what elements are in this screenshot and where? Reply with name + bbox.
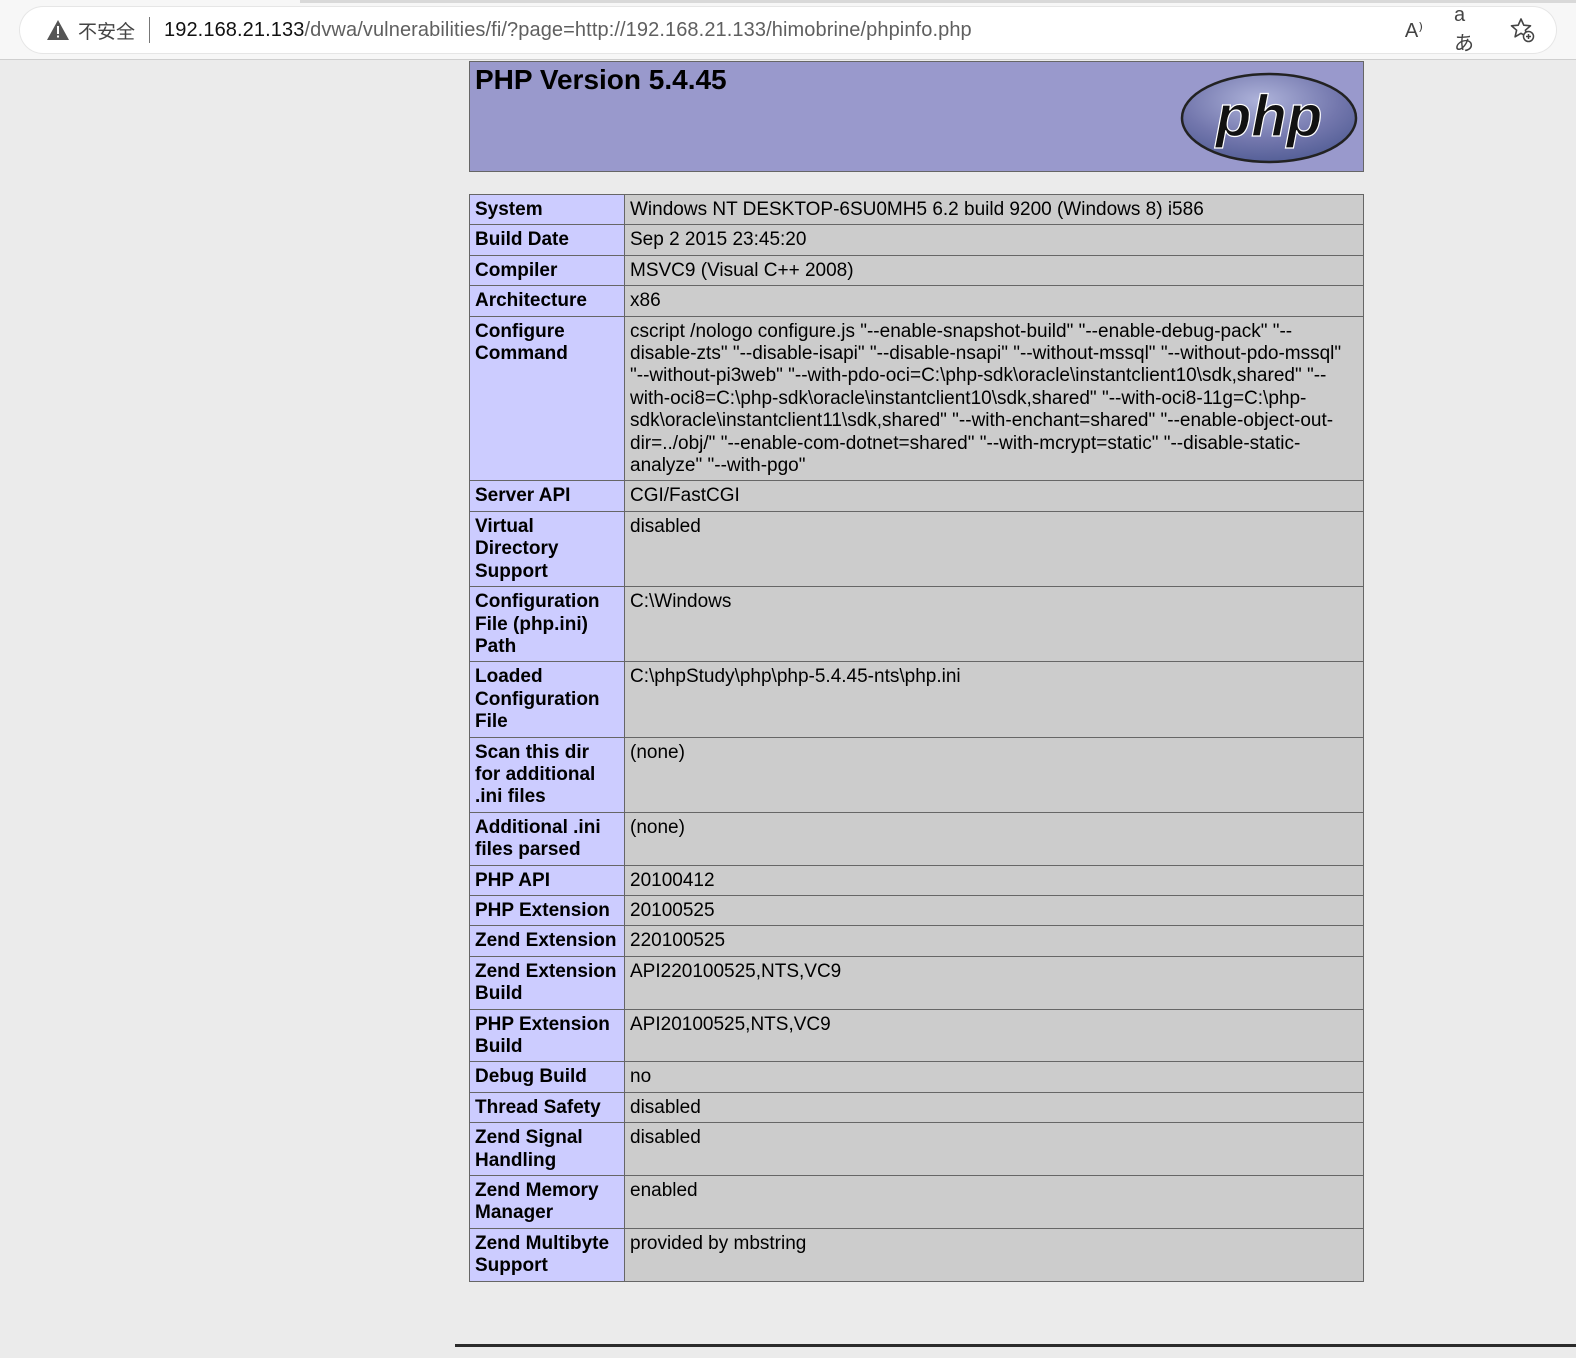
row-label: Zend Signal Handling	[469, 1122, 625, 1177]
row-value: (none)	[624, 811, 1364, 866]
row-label: Additional .ini files parsed	[469, 811, 625, 866]
phpinfo-header: PHP Version 5.4.45 php	[469, 61, 1364, 172]
table-row: Zend Signal Handling disabled	[469, 1122, 1364, 1177]
table-row: Scan this dir for additional .ini files(…	[469, 736, 1364, 813]
address-separator	[149, 17, 151, 43]
tab-strip-edge	[300, 0, 1576, 3]
row-label: Zend Extension Build	[469, 955, 625, 1010]
warning-icon[interactable]	[46, 18, 70, 42]
row-value: Sep 2 2015 23:45:20	[624, 224, 1364, 256]
row-label: PHP API	[469, 864, 625, 896]
row-value: 20100412	[624, 864, 1364, 896]
row-value: 220100525	[624, 925, 1364, 957]
row-value: C:\phpStudy\php\php-5.4.45-nts\php.ini	[624, 661, 1364, 738]
row-label: Thread Safety	[469, 1091, 625, 1124]
table-row: Configure Command cscript /nologo configu…	[469, 315, 1364, 482]
table-row: Zend Memory Manager enabled	[469, 1175, 1364, 1229]
table-row: Zend Multibyte Support provided by mbstri…	[469, 1227, 1364, 1282]
phpinfo-content: PHP Version 5.4.45 php System Windows NT …	[469, 61, 1364, 1282]
row-value: provided by mbstring	[624, 1227, 1364, 1282]
table-row: Compiler MSVC9 (Visual C++ 2008)	[469, 254, 1364, 287]
row-value: x86	[624, 285, 1364, 317]
row-value: CGI/FastCGI	[624, 480, 1364, 512]
row-label: Zend Memory Manager	[469, 1175, 625, 1229]
table-row: Server API CGI/FastCGI	[469, 480, 1364, 512]
row-value: C:\Windows	[624, 586, 1364, 663]
row-value: MSVC9 (Visual C++ 2008)	[624, 254, 1364, 287]
row-value: (none)	[624, 736, 1364, 813]
table-row: Debug Build no	[469, 1061, 1364, 1093]
browser-toolbar: 不安全 192.168.21.133/dvwa/vulnerabilities/…	[0, 0, 1576, 60]
row-label: PHP Extension Build	[469, 1008, 625, 1063]
row-value: disabled	[624, 1122, 1364, 1177]
table-row: Zend Extension Build API220100525,NTS,VC9	[469, 955, 1364, 1010]
row-label: Loaded Configuration File	[469, 661, 625, 738]
translate-icon[interactable]: aあ	[1454, 4, 1482, 55]
row-label: Scan this dir for additional .ini files	[469, 736, 625, 813]
table-row: System Windows NT DESKTOP-6SU0MH5 6.2 bui…	[469, 193, 1364, 226]
row-value: 20100525	[624, 894, 1364, 927]
row-label: System	[469, 193, 625, 226]
address-bar-actions: A⁾ aあ	[1400, 4, 1536, 55]
table-row: Build Date Sep 2 2015 23:45:20	[469, 224, 1364, 256]
table-row: Architecture x86	[469, 285, 1364, 317]
row-value: enabled	[624, 1175, 1364, 1229]
row-label: Zend Extension	[469, 925, 625, 957]
row-value: no	[624, 1061, 1364, 1093]
php-logo: php	[1180, 72, 1358, 164]
row-label: Zend Multibyte Support	[469, 1227, 625, 1282]
url-path: /dvwa/vulnerabilities/fi/?page=http://19…	[304, 18, 972, 41]
table-row: PHP API 20100412	[469, 864, 1364, 896]
horizontal-scrollbar[interactable]	[455, 1344, 1576, 1358]
row-label: Debug Build	[469, 1061, 625, 1093]
row-label: Build Date	[469, 224, 625, 256]
page-title: PHP Version 5.4.45	[475, 64, 727, 95]
url-text[interactable]: 192.168.21.133/dvwa/vulnerabilities/fi/?…	[164, 19, 972, 42]
row-label: PHP Extension	[469, 894, 625, 927]
row-value: Windows NT DESKTOP-6SU0MH5 6.2 build 920…	[624, 193, 1364, 226]
url-host: 192.168.21.133	[164, 18, 305, 41]
row-label: Architecture	[469, 285, 625, 317]
row-value: API220100525,NTS,VC9	[624, 955, 1364, 1010]
add-favorite-icon[interactable]	[1508, 16, 1536, 44]
system-info-table: System Windows NT DESKTOP-6SU0MH5 6.2 bui…	[469, 193, 1364, 1282]
row-value: cscript /nologo configure.js "--enable-s…	[624, 315, 1364, 482]
table-row: Thread Safety disabled	[469, 1091, 1364, 1124]
insecure-label[interactable]: 不安全	[78, 17, 135, 44]
table-row: Additional .ini files parsed (none)	[469, 811, 1364, 866]
table-row: Loaded Configuration File C:\phpStudy\php…	[469, 661, 1364, 738]
row-value: API20100525,NTS,VC9	[624, 1008, 1364, 1063]
row-value: disabled	[624, 510, 1364, 588]
row-value: disabled	[624, 1091, 1364, 1124]
table-row: PHP Extension 20100525	[469, 894, 1364, 927]
row-label: Server API	[469, 480, 625, 512]
row-label: Compiler	[469, 254, 625, 287]
row-label: Configuration File (php.ini) Path	[469, 586, 625, 663]
table-row: Zend Extension 220100525	[469, 925, 1364, 957]
row-label: Configure Command	[469, 315, 625, 482]
address-bar[interactable]: 不安全 192.168.21.133/dvwa/vulnerabilities/…	[20, 4, 1556, 55]
table-row: PHP Extension Build API20100525,NTS,VC9	[469, 1008, 1364, 1063]
table-row: Virtual Directory Support disabled	[469, 510, 1364, 588]
logo-text: php	[1214, 84, 1322, 149]
read-aloud-icon[interactable]: A⁾	[1400, 16, 1428, 44]
table-row: Configuration File (php.ini) Path C:\Wind…	[469, 586, 1364, 663]
row-label: Virtual Directory Support	[469, 510, 625, 588]
